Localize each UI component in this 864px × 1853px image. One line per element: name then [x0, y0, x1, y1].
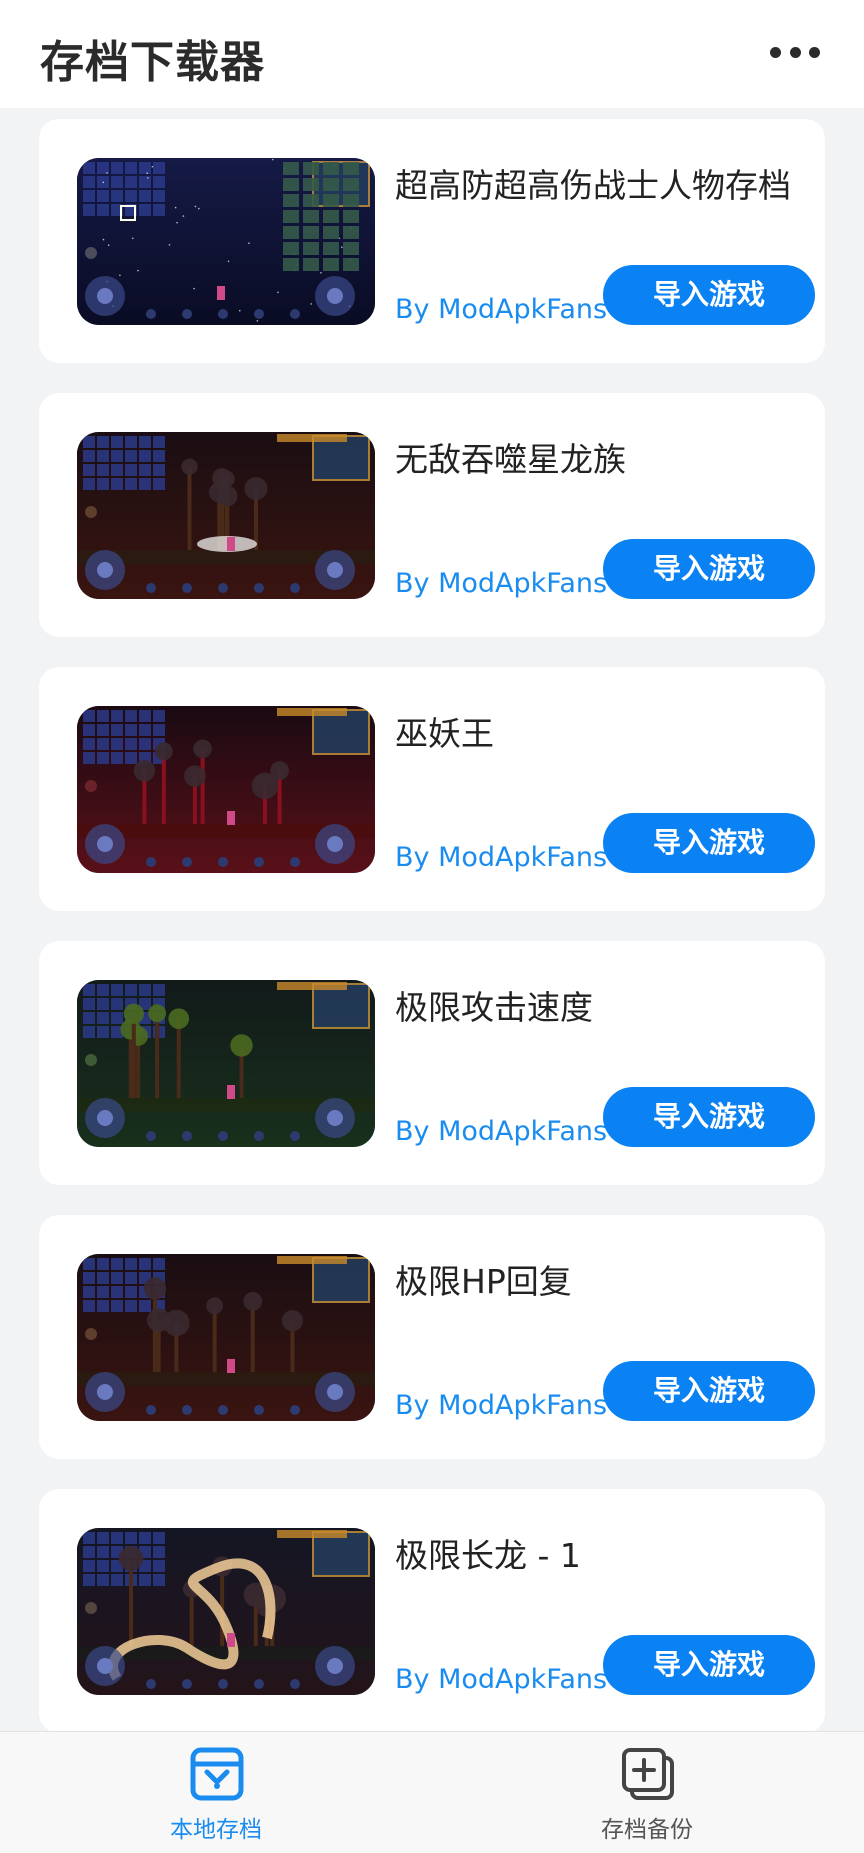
- tab-local-saves[interactable]: 本地存档: [116, 1732, 316, 1853]
- import-game-button[interactable]: 导入游戏: [603, 813, 815, 873]
- save-thumbnail: [77, 432, 375, 599]
- save-thumbnail: [77, 980, 375, 1147]
- more-horizontal-icon: [770, 46, 781, 58]
- page-title: 存档下载器: [40, 37, 265, 88]
- save-card: 超高防超高伤战士人物存档 By ModApkFans 导入游戏: [39, 119, 825, 363]
- save-name: 极限长龙 - 1: [395, 1536, 581, 1575]
- save-name: 极限攻击速度: [395, 988, 593, 1027]
- save-thumbnail: [77, 1254, 375, 1421]
- save-card: 巫妖王 By ModApkFans 导入游戏: [39, 667, 825, 911]
- save-card: 极限攻击速度 By ModApkFans 导入游戏: [39, 941, 825, 1185]
- save-name: 巫妖王: [395, 714, 494, 753]
- save-author: By ModApkFans: [395, 842, 608, 873]
- save-card: 极限HP回复 By ModApkFans 导入游戏: [39, 1215, 825, 1459]
- save-author: By ModApkFans: [395, 294, 608, 325]
- import-game-button[interactable]: 导入游戏: [603, 265, 815, 325]
- backup-copy-icon: [622, 1748, 674, 1800]
- save-card: 无敌吞噬星龙族 By ModApkFans 导入游戏: [39, 393, 825, 637]
- import-game-button[interactable]: 导入游戏: [603, 1361, 815, 1421]
- save-author: By ModApkFans: [395, 1116, 608, 1147]
- app-header: 存档下载器: [0, 0, 864, 108]
- save-list: 超高防超高伤战士人物存档 By ModApkFans 导入游戏 无敌吞噬星龙族 …: [39, 119, 825, 1763]
- save-thumbnail: [77, 706, 375, 873]
- import-game-button[interactable]: 导入游戏: [603, 1087, 815, 1147]
- more-menu-button[interactable]: [770, 46, 820, 58]
- bottom-tab-bar: 本地存档 存档备份: [0, 1731, 864, 1853]
- tab-backup-label: 存档备份: [601, 1817, 693, 1843]
- local-saves-icon: [190, 1747, 244, 1801]
- save-author: By ModApkFans: [395, 1664, 608, 1695]
- save-author: By ModApkFans: [395, 1390, 608, 1421]
- save-card: 极限长龙 - 1 By ModApkFans 导入游戏: [39, 1489, 825, 1733]
- tab-save-backup[interactable]: 存档备份: [547, 1732, 747, 1853]
- tab-local-label: 本地存档: [170, 1817, 262, 1843]
- save-name: 无敌吞噬星龙族: [395, 440, 626, 479]
- save-thumbnail: [77, 158, 375, 325]
- save-name: 超高防超高伤战士人物存档: [395, 166, 791, 205]
- save-thumbnail: [77, 1528, 375, 1695]
- save-author: By ModApkFans: [395, 568, 608, 599]
- import-game-button[interactable]: 导入游戏: [603, 539, 815, 599]
- import-game-button[interactable]: 导入游戏: [603, 1635, 815, 1695]
- save-name: 极限HP回复: [395, 1262, 572, 1301]
